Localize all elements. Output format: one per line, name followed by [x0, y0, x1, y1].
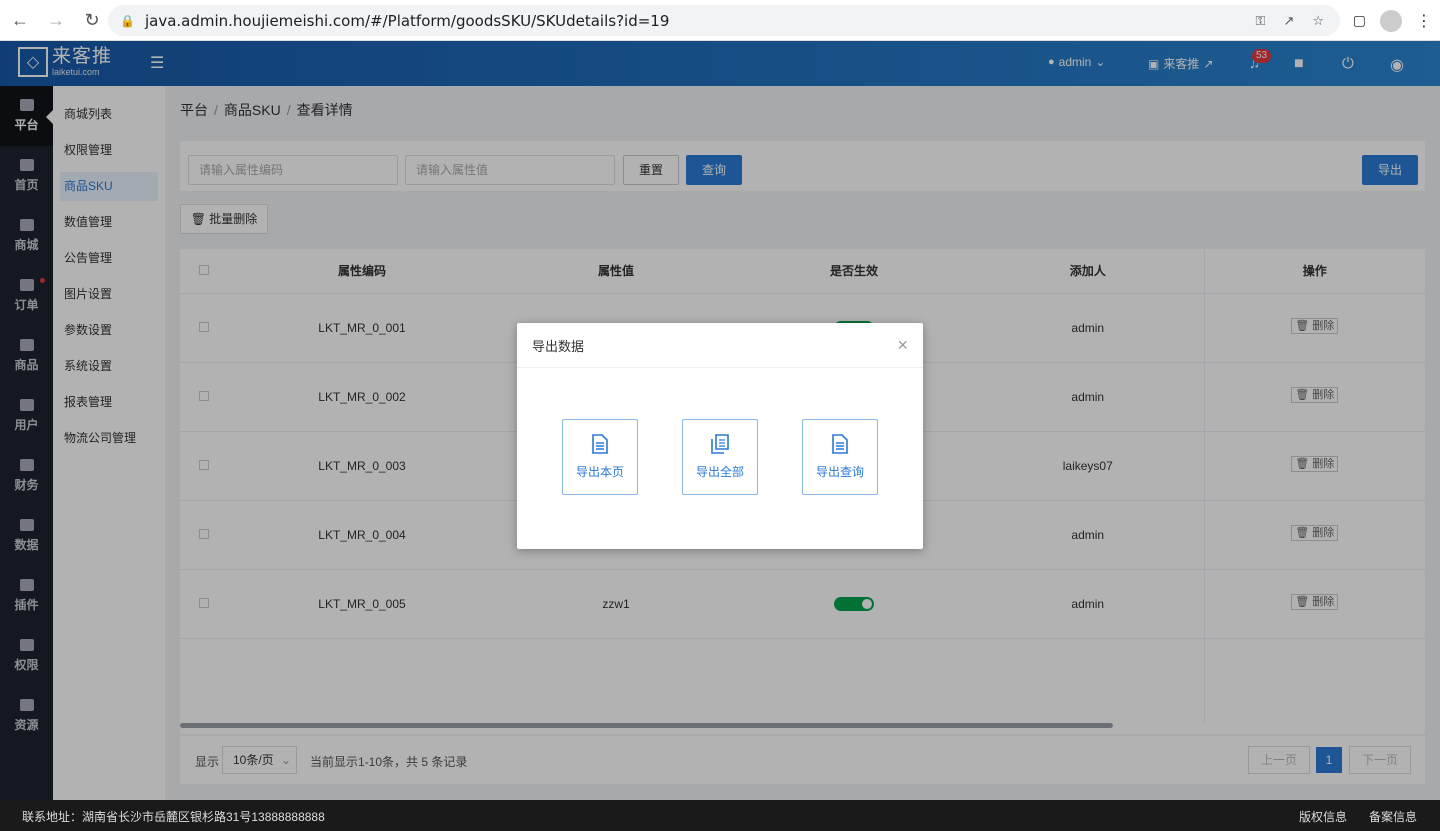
dialog-title: 导出数据	[532, 338, 585, 354]
key-icon[interactable]: ⚿	[1256, 13, 1266, 29]
reload-icon[interactable]: ↻	[76, 4, 108, 36]
url-text: java.admin.houjiemeishi.com/#/Platform/g…	[144, 11, 670, 30]
forward-icon[interactable]: →	[40, 4, 72, 36]
close-icon[interactable]: ×	[897, 335, 908, 356]
copy-icon	[711, 434, 729, 454]
export-all-button[interactable]: 导出全部	[682, 419, 758, 495]
export-page-button[interactable]: 导出本页	[562, 419, 638, 495]
export-dialog: 导出数据 × 导出本页 导出全部 导出查询	[517, 323, 923, 549]
document-icon	[832, 434, 848, 454]
share-icon[interactable]: ↗	[1283, 13, 1294, 29]
back-icon[interactable]: ←	[4, 4, 36, 36]
browser-toolbar: ← → ↻ 🔒 java.admin.houjiemeishi.com/#/Pl…	[0, 0, 1440, 41]
footer-icp-link[interactable]: 备案信息	[1369, 808, 1417, 825]
profile-icon[interactable]	[1380, 9, 1402, 32]
address-bar[interactable]: 🔒 java.admin.houjiemeishi.com/#/Platform…	[108, 5, 1340, 36]
footer-copyright-link[interactable]: 版权信息	[1299, 808, 1347, 825]
sidepanel-icon[interactable]: ▢	[1353, 12, 1366, 29]
star-icon[interactable]: ☆	[1312, 13, 1324, 29]
footer: 联系地址：湖南省长沙市岳麓区银杉路31号13888888888 版权信息 备案信…	[0, 800, 1440, 831]
export-query-button[interactable]: 导出查询	[802, 419, 878, 495]
more-icon[interactable]: ⋮	[1416, 11, 1432, 31]
lock-icon: 🔒	[120, 13, 135, 28]
document-icon	[592, 434, 608, 454]
footer-address: 联系地址：湖南省长沙市岳麓区银杉路31号13888888888	[22, 810, 325, 824]
